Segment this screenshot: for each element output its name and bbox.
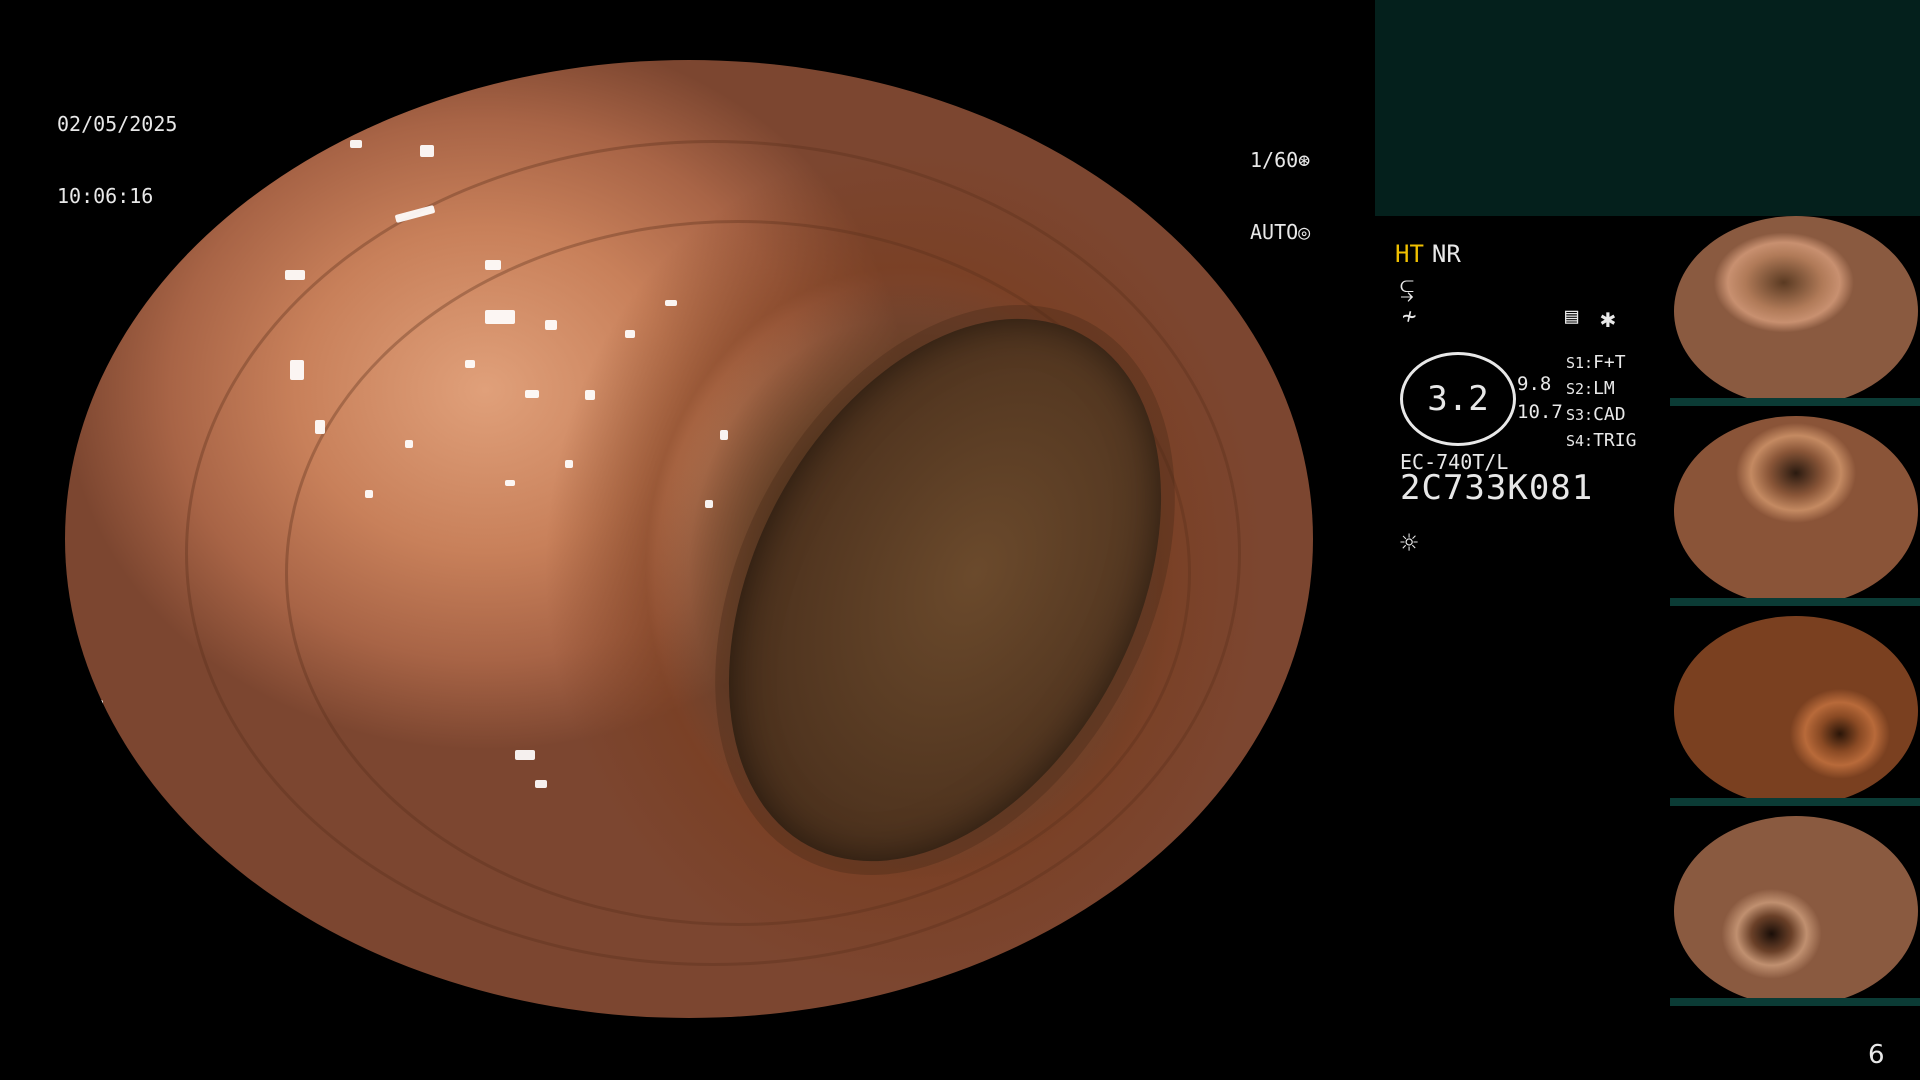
exposure-mode-text: AUTO <box>1250 220 1299 244</box>
specular-highlight <box>315 420 325 434</box>
specular-highlight <box>505 480 515 486</box>
asterisk-icon: ✱ <box>1600 304 1616 334</box>
switch-list: S1:F+T S2:LM S3:CAD S4:TRIG <box>1566 350 1636 454</box>
auto-iris-icon: ◎ <box>1298 220 1311 244</box>
specular-highlight <box>465 360 475 368</box>
thumbnail-bar <box>1670 998 1920 1006</box>
value-bottom: 10.7 <box>1517 401 1563 423</box>
page-number: 6 <box>1868 1040 1885 1070</box>
specular-highlight <box>350 140 362 148</box>
nr-label: NR <box>1431 240 1461 268</box>
aperture-icon: ⊛ <box>1298 148 1311 172</box>
specular-highlight <box>625 330 635 338</box>
thumbnail-image <box>1674 216 1918 406</box>
datetime: 02/05/2025 10:06:16 <box>57 64 177 232</box>
shutter-text: 1/60 <box>1250 148 1299 172</box>
time-text: 10:06:16 <box>57 184 154 208</box>
specular-highlight <box>705 500 713 508</box>
thumbnail-bar <box>1670 598 1920 606</box>
thumbnail-bar <box>1670 398 1920 406</box>
date-text: 02/05/2025 <box>57 112 178 136</box>
thumbnail-image <box>1674 616 1918 806</box>
specular-highlight <box>285 270 305 280</box>
specular-highlight <box>95 700 103 720</box>
tone-curve-icon: ⥹ <box>1400 274 1415 302</box>
switch-item: S4:TRIG <box>1566 430 1637 451</box>
specular-highlight <box>545 320 557 330</box>
specular-highlight <box>665 300 677 306</box>
ht-label: HT <box>1395 240 1424 268</box>
captured-thumbnail[interactable] <box>1670 816 1920 1006</box>
view-mask-left <box>0 0 65 1080</box>
captured-thumbnail[interactable] <box>1670 216 1920 406</box>
sharpness-icon: ≁ <box>1402 302 1417 330</box>
switch-item: S2:LM <box>1566 378 1615 399</box>
thumbnail-bar <box>1670 798 1920 806</box>
specular-highlight <box>535 780 547 788</box>
specular-highlight <box>365 490 373 498</box>
sun-icon: ☼ <box>1400 526 1419 561</box>
scope-serial: 2C733K081 <box>1400 468 1594 508</box>
thumbnail-image <box>1674 816 1918 1006</box>
thumbnail-image <box>1674 416 1918 606</box>
specular-highlight <box>290 360 304 380</box>
specular-highlight <box>420 145 434 157</box>
zoom-value: 3.2 <box>1427 379 1489 419</box>
value-top: 9.8 <box>1517 373 1552 395</box>
captured-thumbnail[interactable] <box>1670 416 1920 606</box>
endoscope-view <box>65 60 1313 1018</box>
specular-highlight <box>105 300 113 320</box>
specular-highlight <box>485 260 501 270</box>
specular-highlight <box>525 390 539 398</box>
specular-highlight <box>515 750 535 760</box>
info-panel-header <box>1375 0 1920 216</box>
document-icon: ▤ <box>1565 304 1579 329</box>
specular-highlight <box>405 440 413 448</box>
specular-highlight <box>565 460 573 468</box>
switch-item: S1:F+T <box>1566 352 1626 373</box>
switch-item: S3:CAD <box>1566 404 1626 425</box>
captured-thumbnail[interactable] <box>1670 616 1920 806</box>
exposure-info: 1/60⊛ AUTO◎ <box>1250 100 1310 268</box>
zoom-indicator: 3.2 <box>1400 352 1516 446</box>
processor-status: HT NR <box>1395 240 1461 268</box>
specular-highlight <box>585 390 595 400</box>
specular-highlight <box>485 310 515 324</box>
specular-highlight <box>720 430 728 440</box>
